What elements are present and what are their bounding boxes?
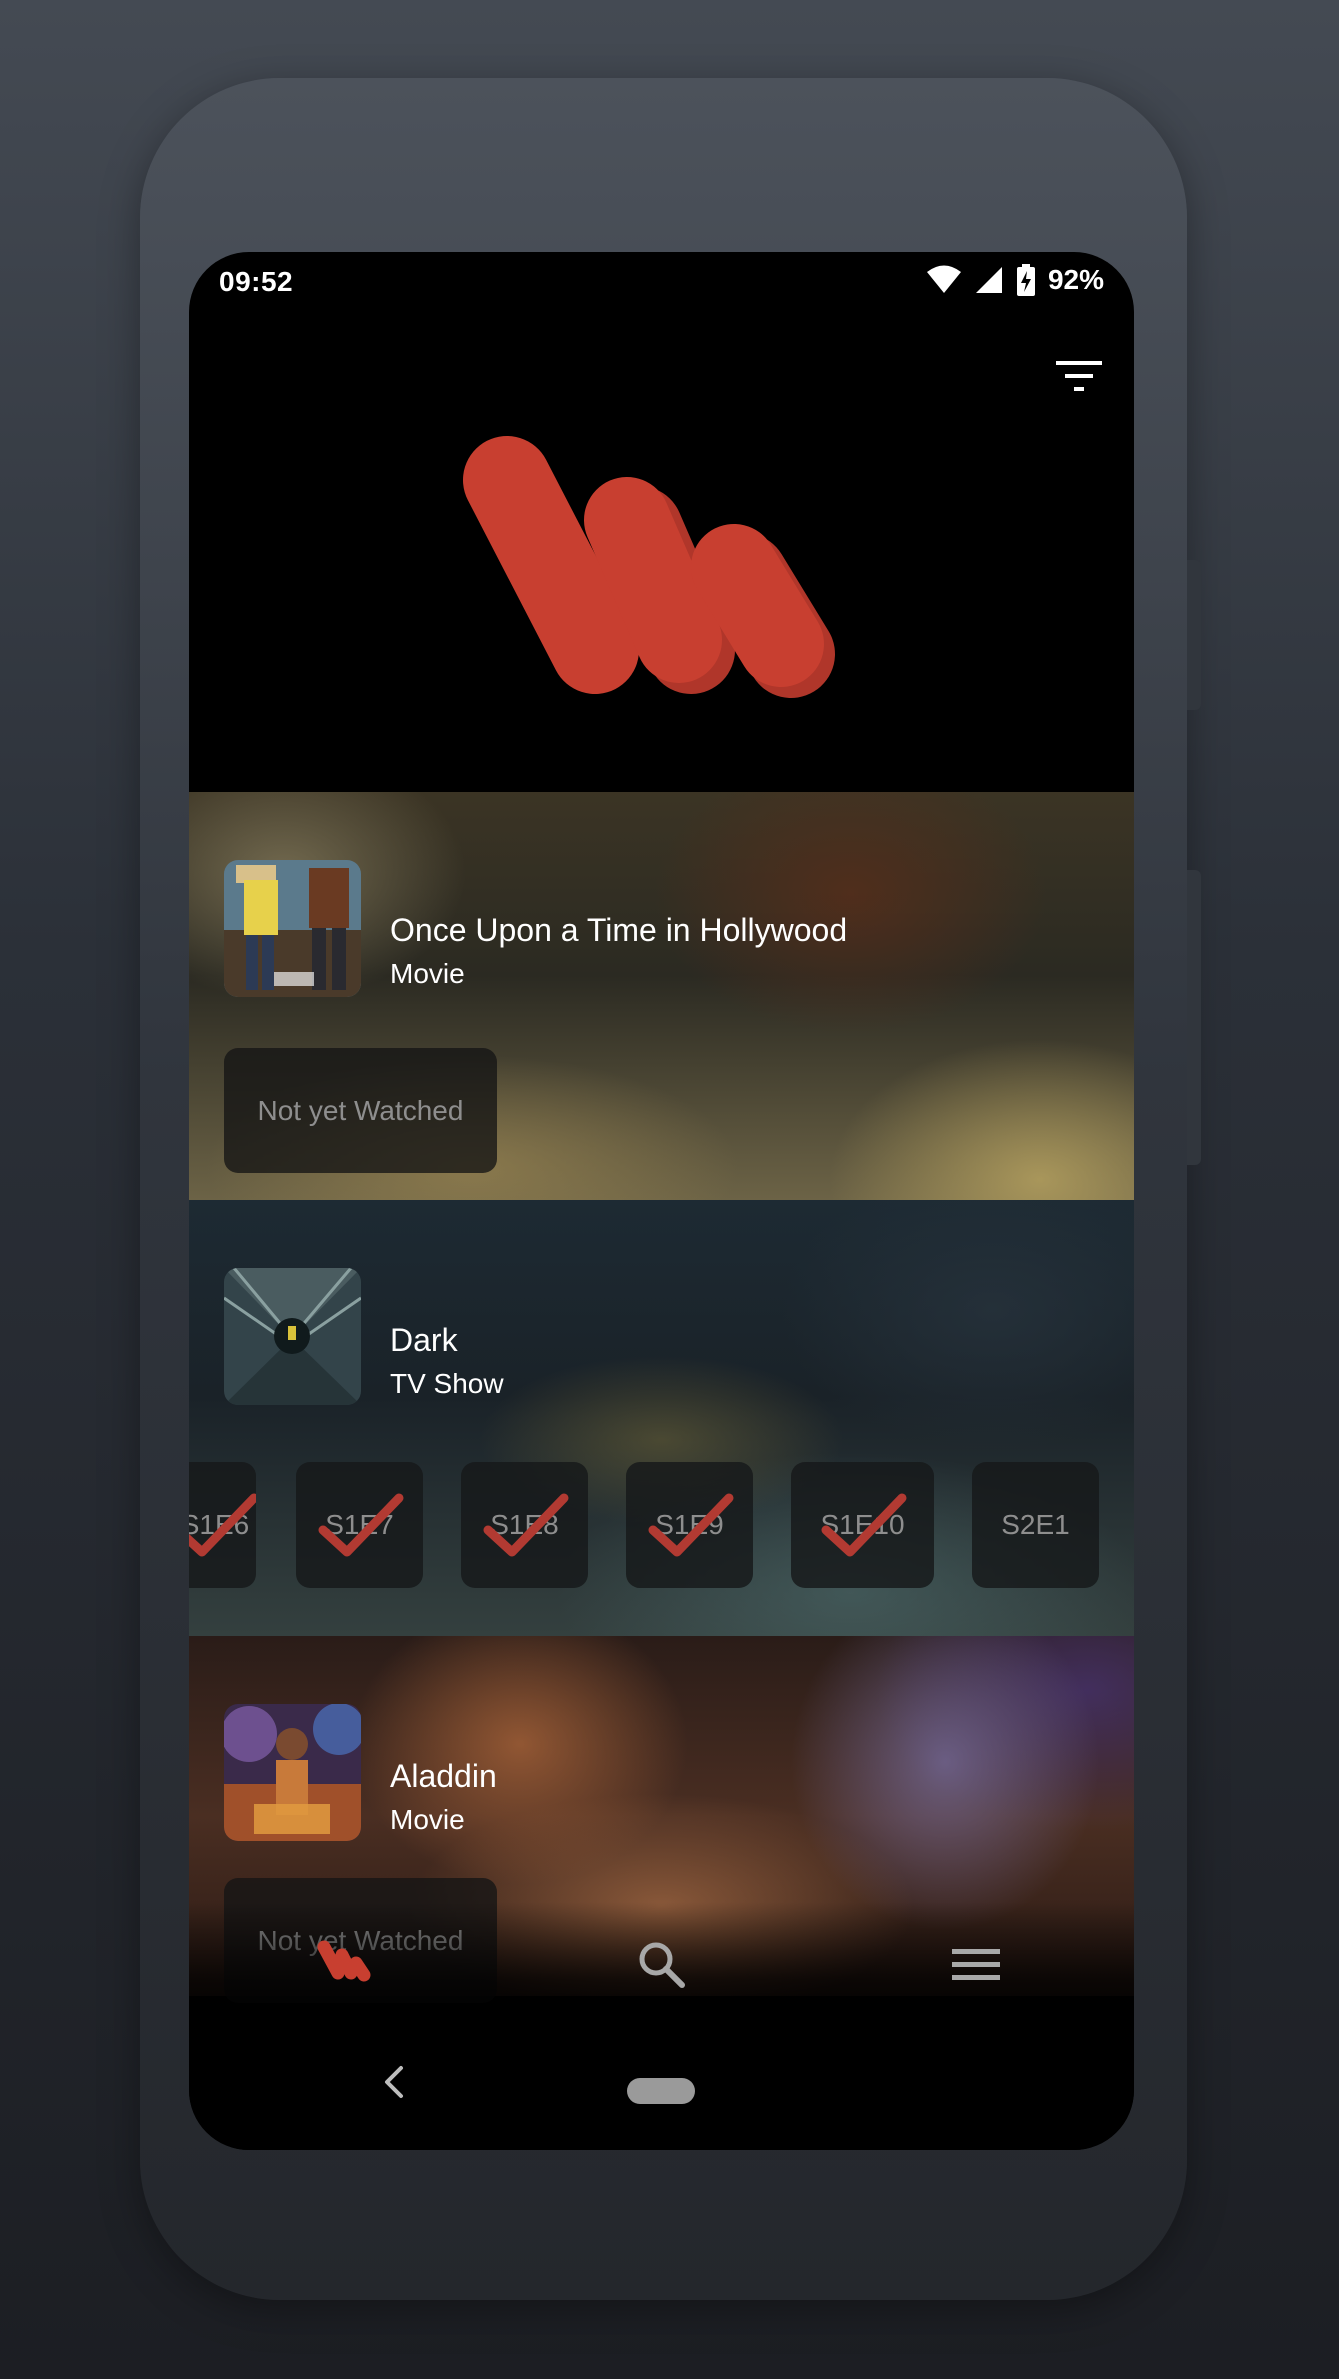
item-type: Movie: [390, 958, 465, 989]
episode-chip[interactable]: S2E1: [972, 1462, 1099, 1588]
check-icon: [318, 1493, 403, 1557]
episode-chip[interactable]: S1E8: [461, 1462, 588, 1588]
battery-charging-icon: [1016, 264, 1035, 296]
list-item[interactable]: Once Upon a Time in Hollywood Movie Not …: [189, 792, 1134, 1200]
item-type: TV Show: [390, 1368, 504, 1399]
item-title: Once Upon a Time in Hollywood: [390, 912, 848, 948]
home-gesture-pill[interactable]: [627, 2078, 695, 2104]
status-time: 09:52: [219, 266, 294, 297]
search-icon[interactable]: [632, 1935, 692, 1995]
list-item[interactable]: Dark TV Show S1E6 S1E7 S1E8 S1E9 S1E10 S…: [189, 1200, 1134, 1636]
wifi-icon: [926, 265, 961, 293]
item-title: Aladdin: [390, 1758, 497, 1794]
episode-chip[interactable]: S1E7: [296, 1462, 423, 1588]
filter-icon[interactable]: [1054, 357, 1104, 397]
check-icon: [821, 1493, 906, 1557]
battery-percentage: 92%: [1047, 264, 1104, 295]
phone-screen: 09:52 92% Once Upon a Time in Hollywood …: [189, 252, 1134, 2150]
check-icon: [189, 1493, 256, 1557]
phone-power-button: [1187, 560, 1201, 710]
episode-label: S2E1: [1001, 1509, 1070, 1540]
poster-image: [224, 1704, 361, 1841]
check-icon: [483, 1493, 568, 1557]
episode-chip[interactable]: S1E10: [791, 1462, 934, 1588]
menu-icon[interactable]: [946, 1935, 1006, 1995]
watchlist-logo-icon[interactable]: [314, 1935, 374, 1995]
episode-list[interactable]: S1E6 S1E7 S1E8 S1E9 S1E10 S2E1: [189, 1462, 1134, 1588]
phone-volume-button: [1187, 870, 1201, 1165]
watch-status-button[interactable]: Not yet Watched: [224, 1048, 497, 1173]
poster-image: [224, 1268, 361, 1405]
check-icon: [648, 1493, 733, 1557]
poster-image: [224, 860, 361, 997]
episode-chip[interactable]: S1E6: [189, 1462, 256, 1588]
cellular-signal-icon: [975, 267, 1002, 293]
episode-chip[interactable]: S1E9: [626, 1462, 753, 1588]
back-icon[interactable]: [379, 2062, 409, 2102]
watchlist-logo: [463, 436, 835, 698]
status-bar: 09:52 92%: [189, 252, 1134, 312]
item-title: Dark: [390, 1322, 458, 1358]
status-icons: 92%: [926, 264, 1104, 296]
item-type: Movie: [390, 1804, 465, 1835]
